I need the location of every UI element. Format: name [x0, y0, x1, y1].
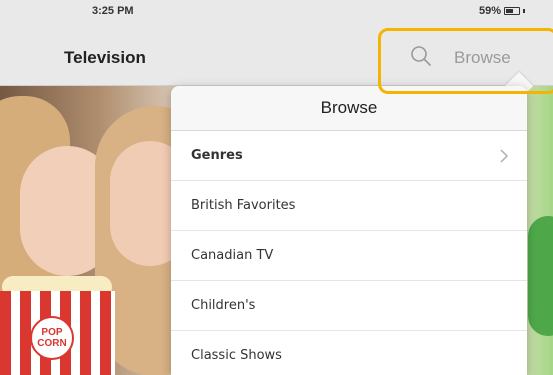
battery-level-fill [506, 9, 513, 13]
chevron-right-icon [500, 149, 509, 163]
battery-indicator: 59% [479, 5, 525, 17]
search-icon[interactable] [410, 45, 432, 67]
menu-item-genres[interactable]: Genres [171, 131, 527, 181]
navigation-bar: Television Browse [0, 20, 553, 86]
browse-menu-list: Genres British Favorites Canadian TV Chi… [171, 131, 527, 375]
menu-item-label: Classic Shows [191, 348, 282, 363]
menu-item-childrens[interactable]: Children's [171, 281, 527, 331]
menu-item-canadian-tv[interactable]: Canadian TV [171, 231, 527, 281]
page-title: Television [64, 48, 146, 67]
menu-item-label: Genres [191, 148, 243, 163]
menu-item-label: Children's [191, 298, 256, 313]
status-bar: 3:25 PM 59% [0, 0, 553, 20]
battery-nub [523, 9, 525, 13]
popover-header: Browse [171, 86, 527, 131]
status-time: 3:25 PM [92, 5, 134, 17]
browse-popover: Browse Genres British Favorites Canadian… [171, 86, 527, 375]
battery-icon [504, 7, 520, 15]
popover-title: Browse [320, 98, 378, 117]
menu-item-classic-shows[interactable]: Classic Shows [171, 331, 527, 375]
menu-item-label: British Favorites [191, 198, 296, 213]
menu-item-label: Canadian TV [191, 248, 274, 263]
battery-percent: 59% [478, 5, 501, 17]
browse-button[interactable]: Browse [454, 48, 511, 68]
menu-item-british-favorites[interactable]: British Favorites [171, 181, 527, 231]
